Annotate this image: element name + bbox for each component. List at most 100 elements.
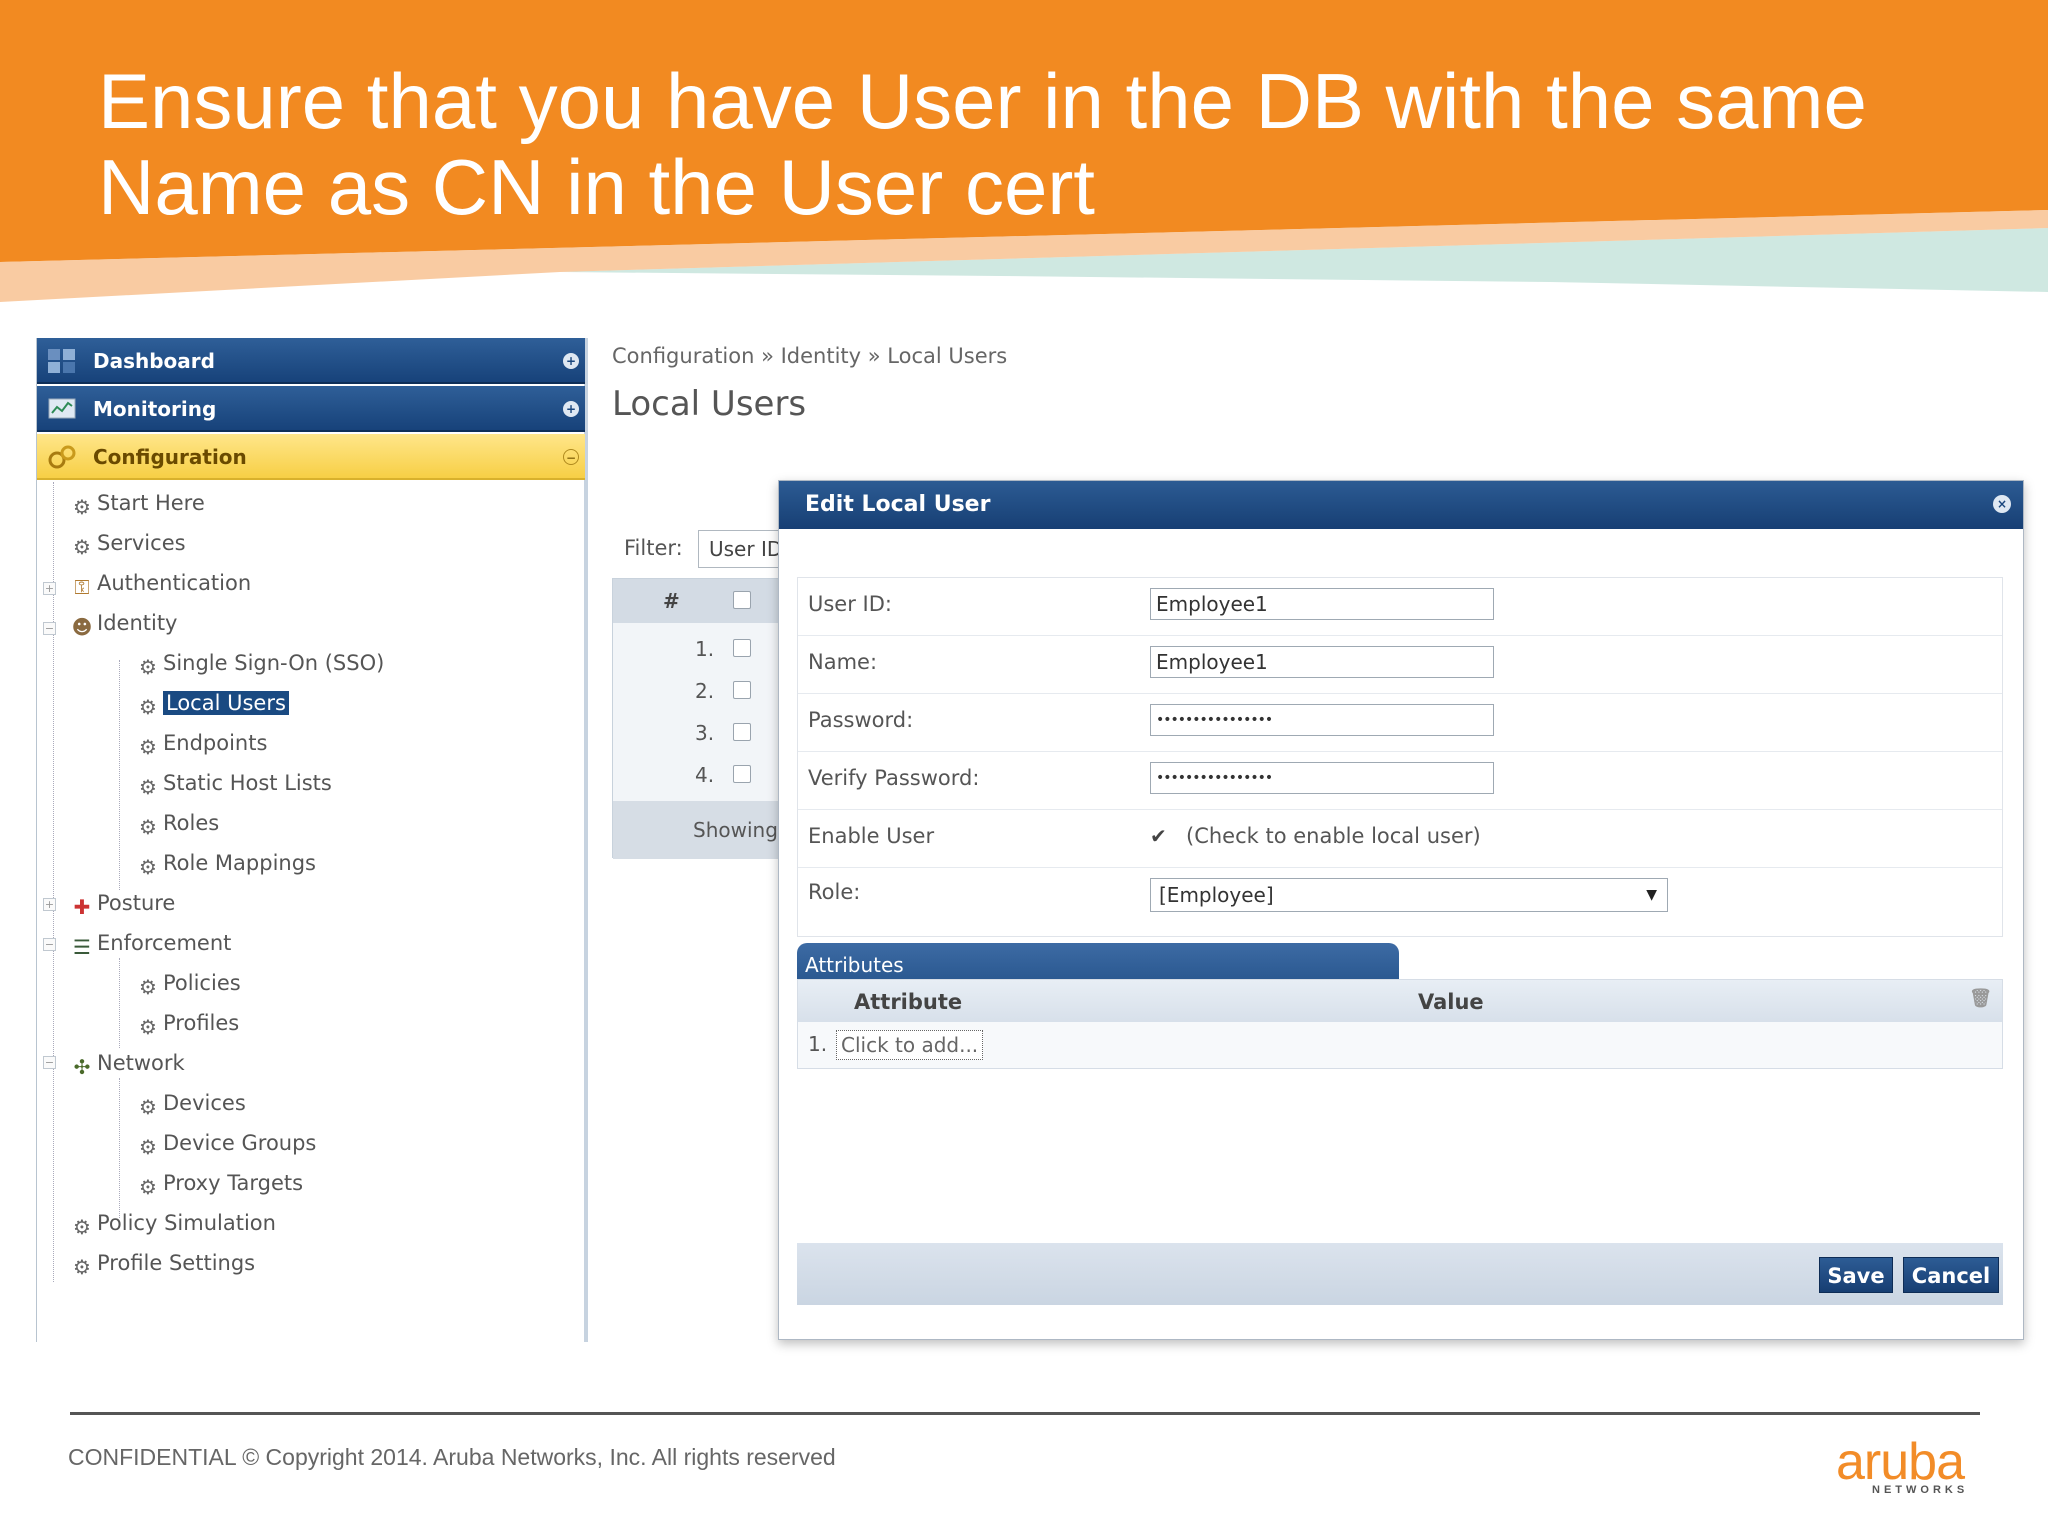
- nav-item-local-users[interactable]: ⚙ Local Users: [137, 688, 289, 718]
- nav-item-enforcement[interactable]: ☰ Enforcement: [71, 928, 231, 958]
- table-row[interactable]: 1.: [613, 629, 793, 669]
- nav-item-authentication[interactable]: ⚿ Authentication: [71, 568, 251, 598]
- nav-monitoring[interactable]: Monitoring +: [37, 386, 585, 432]
- expand-icon[interactable]: +: [563, 353, 579, 369]
- gear-icon: ⚙: [139, 1095, 157, 1119]
- nav-item-label: Static Host Lists: [163, 771, 332, 795]
- nav-item-label: Device Groups: [163, 1131, 317, 1155]
- name-input[interactable]: Employee1: [1150, 646, 1494, 678]
- select-all-checkbox[interactable]: [733, 591, 751, 609]
- collapse-icon[interactable]: −: [563, 449, 579, 465]
- nav-item-label: Policy Simulation: [97, 1211, 276, 1235]
- gear-icon: ⚙: [139, 1175, 157, 1199]
- nav-item-network[interactable]: ✣ Network: [71, 1048, 185, 1078]
- tab-attributes[interactable]: Attributes: [797, 943, 1399, 981]
- nav-item-endpoints[interactable]: ⚙ Endpoints: [137, 728, 267, 758]
- nav-item-devices[interactable]: ⚙ Devices: [137, 1088, 246, 1118]
- collapse-network[interactable]: −: [43, 1056, 56, 1069]
- nav-item-roles[interactable]: ⚙ Roles: [137, 808, 219, 838]
- column-header-value: Value: [1418, 990, 1484, 1014]
- collapse-identity[interactable]: −: [43, 622, 56, 635]
- user-id-row: User ID: Employee1: [798, 578, 2002, 636]
- slide-title: Ensure that you have User in the DB with…: [98, 58, 1978, 230]
- click-to-add-cell[interactable]: Click to add...: [836, 1030, 984, 1060]
- nav-item-label: Authentication: [97, 571, 252, 595]
- nav-item-proxy-targets[interactable]: ⚙ Proxy Targets: [137, 1168, 303, 1198]
- dropdown-arrow-icon: ▼: [1646, 887, 1657, 903]
- table-row[interactable]: 3.: [613, 713, 793, 753]
- close-icon[interactable]: ×: [1993, 495, 2011, 513]
- nav-item-posture[interactable]: ✚ Posture: [71, 888, 176, 918]
- dialog-footer: Save Cancel: [797, 1243, 2003, 1305]
- verify-password-input[interactable]: ••••••••••••••••: [1150, 762, 1494, 794]
- nav-item-label: Services: [97, 531, 186, 555]
- nav-dashboard[interactable]: Dashboard +: [37, 338, 585, 384]
- nav-item-identity[interactable]: ☻ Identity: [71, 608, 178, 639]
- row-checkbox[interactable]: [733, 765, 751, 783]
- expand-icon[interactable]: +: [563, 401, 579, 417]
- user-id-label: User ID:: [808, 592, 892, 616]
- gear-icon: ⚙: [139, 1135, 157, 1159]
- enable-user-checkbox[interactable]: ✔: [1150, 826, 1170, 846]
- password-label: Password:: [808, 708, 914, 732]
- password-input[interactable]: ••••••••••••••••: [1150, 704, 1494, 736]
- row-checkbox[interactable]: [733, 723, 751, 741]
- gear-icon: ⚙: [139, 815, 157, 839]
- network-icon: ✣: [73, 1055, 91, 1079]
- save-button[interactable]: Save: [1819, 1257, 1893, 1293]
- table-header: #: [613, 579, 791, 623]
- nav-item-policy-simulation[interactable]: ⚙ Policy Simulation: [71, 1208, 276, 1238]
- gear-icon: ⚙: [139, 655, 157, 679]
- nav-item-label: Proxy Targets: [163, 1171, 304, 1195]
- filter-select[interactable]: User ID: [698, 530, 788, 568]
- role-select[interactable]: [Employee] ▼: [1150, 878, 1668, 912]
- nav-item-services[interactable]: ⚙ Services: [71, 528, 186, 558]
- aruba-logo: aruba: [1836, 1433, 1965, 1491]
- nav-item-label: Roles: [163, 811, 220, 835]
- slide: Ensure that you have User in the DB with…: [0, 0, 2048, 1536]
- nav-item-sso[interactable]: ⚙ Single Sign-On (SSO): [137, 648, 384, 678]
- row-number: 3.: [695, 721, 715, 745]
- role-select-value: [Employee]: [1159, 883, 1274, 907]
- attributes-header: Attribute Value 🗑: [798, 980, 2002, 1022]
- authentication-icon: ⚿: [74, 575, 90, 599]
- filter-label: Filter:: [624, 536, 683, 560]
- name-row: Name: Employee1: [798, 636, 2002, 694]
- nav-item-policies[interactable]: ⚙ Policies: [137, 968, 241, 998]
- nav-item-profiles[interactable]: ⚙ Profiles: [137, 1008, 239, 1038]
- nav-dashboard-label: Dashboard: [93, 349, 215, 373]
- expand-authentication[interactable]: +: [43, 582, 56, 595]
- attributes-table: Attribute Value 🗑 1. Click to add...: [797, 979, 2003, 1069]
- table-row[interactable]: 2.: [613, 671, 793, 711]
- expand-posture[interactable]: +: [43, 898, 56, 911]
- cancel-button[interactable]: Cancel: [1903, 1257, 1999, 1293]
- collapse-enforcement[interactable]: −: [43, 938, 56, 951]
- nav-item-label: Enforcement: [97, 931, 232, 955]
- tree-guide: [119, 1078, 120, 1218]
- user-id-input[interactable]: Employee1: [1150, 588, 1494, 620]
- nav-item-role-mappings[interactable]: ⚙ Role Mappings: [137, 848, 316, 878]
- table-row[interactable]: 4.: [613, 755, 793, 795]
- nav-item-static-host-lists[interactable]: ⚙ Static Host Lists: [137, 768, 332, 798]
- table-row: 1. Click to add...: [798, 1022, 2002, 1068]
- footer-copyright: CONFIDENTIAL © Copyright 2014. Aruba Net…: [68, 1444, 836, 1470]
- gear-icon: ⚙: [139, 975, 157, 999]
- nav-item-label: Posture: [97, 891, 176, 915]
- enable-user-label: Enable User: [808, 824, 935, 848]
- edit-local-user-dialog: Edit Local User × User ID: Employee1 Nam…: [778, 480, 2024, 1340]
- row-checkbox[interactable]: [733, 639, 751, 657]
- nav-item-device-groups[interactable]: ⚙ Device Groups: [137, 1128, 316, 1158]
- identity-icon: ☻: [71, 615, 93, 639]
- role-label: Role:: [808, 880, 861, 904]
- nav-configuration[interactable]: Configuration −: [37, 434, 585, 480]
- nav-item-label: Start Here: [97, 491, 205, 515]
- delete-icon[interactable]: 🗑: [1969, 988, 1992, 1009]
- nav-item-label: Profiles: [163, 1011, 240, 1035]
- nav-item-label: Policies: [163, 971, 241, 995]
- gear-icon: ⚙: [73, 1215, 91, 1239]
- nav-item-start-here[interactable]: ⚙ Start Here: [71, 488, 205, 518]
- nav-item-profile-settings[interactable]: ⚙ Profile Settings: [71, 1248, 255, 1278]
- role-row: Role: [Employee] ▼: [798, 868, 2002, 926]
- monitor-icon: [48, 398, 76, 419]
- row-checkbox[interactable]: [733, 681, 751, 699]
